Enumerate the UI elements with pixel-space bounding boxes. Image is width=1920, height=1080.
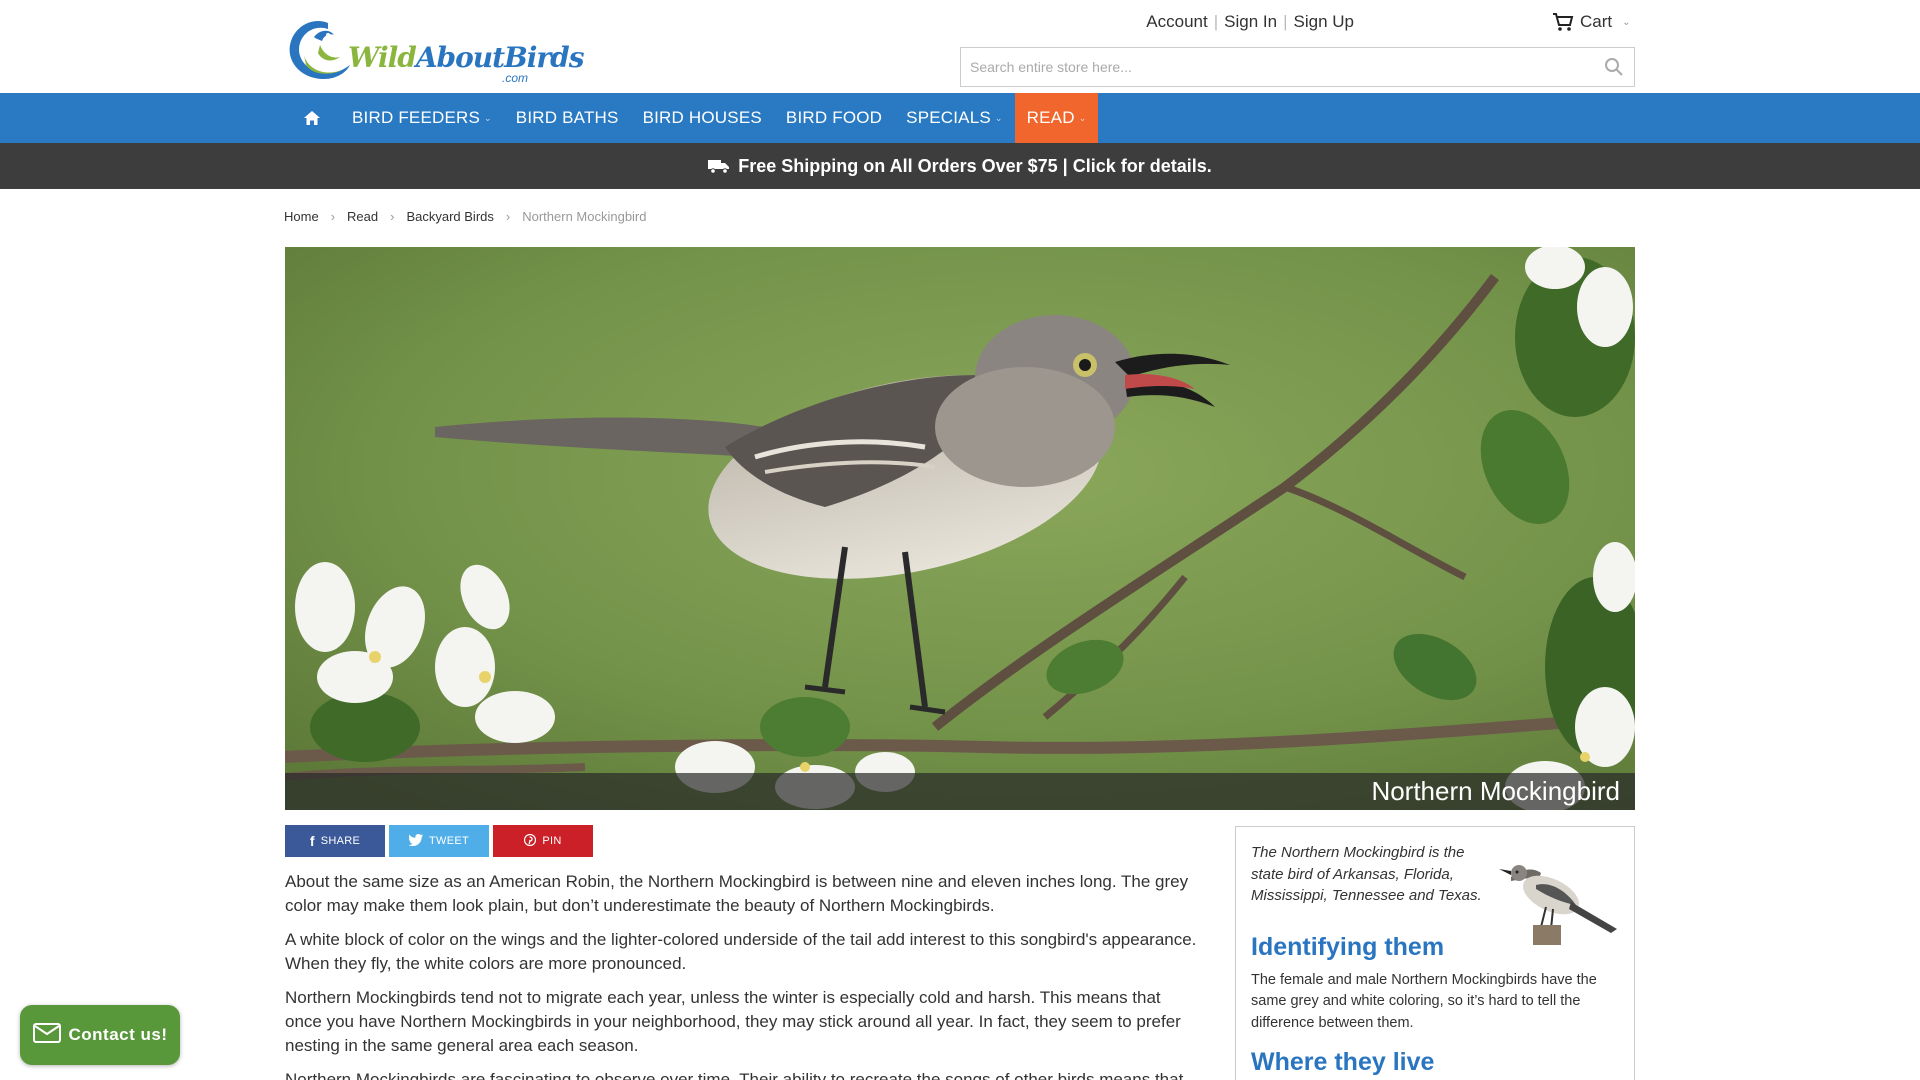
free-shipping-banner[interactable]: Free Shipping on All Orders Over $75 | C… (0, 143, 1920, 189)
hero-caption-bar: Northern Mockingbird (285, 773, 1635, 810)
contact-us-button[interactable]: Contact us! (20, 1005, 180, 1065)
article-paragraph: Northern Mockingbirds tend not to migrat… (285, 988, 1181, 1055)
logo-swoosh-icon (289, 21, 350, 79)
nav-bird-houses[interactable]: BIRD HOUSES (631, 93, 774, 143)
article-paragraph: A white block of color on the wings and … (285, 930, 1197, 973)
account-links: Account | Sign In | Sign Up (1140, 12, 1360, 32)
nav-label: SPECIALS (906, 108, 991, 127)
cart-button[interactable]: Cart ⌄ (1552, 12, 1631, 32)
nav-label: READ (1026, 108, 1075, 127)
breadcrumb-backyard-birds[interactable]: Backyard Birds (406, 209, 493, 224)
share-label: SHARE (320, 835, 361, 847)
share-buttons: f SHARE TWEET PIN (285, 825, 593, 857)
pin-label: PIN (542, 835, 562, 847)
nav-label: BIRD BATHS (515, 108, 619, 127)
breadcrumb: Home › Read › Backyard Birds › Northern … (284, 209, 647, 224)
nav-home[interactable] (284, 93, 340, 143)
home-icon (304, 111, 320, 125)
nav-bird-food[interactable]: BIRD FOOD (774, 93, 894, 143)
nav-label: BIRD FEEDERS (352, 108, 481, 127)
chevron-down-icon: ⌄ (1622, 16, 1631, 28)
truck-icon (708, 158, 730, 174)
mockingbird-photo (285, 247, 1635, 810)
logo-suffix: .com (502, 71, 529, 85)
identifying-text: The female and male Northern Mockingbird… (1251, 971, 1597, 1031)
article-paragraph: About the same size as an American Robin… (285, 872, 1189, 915)
article-body: About the same size as an American Robin… (285, 870, 1200, 1080)
pinterest-share-button[interactable]: PIN (493, 825, 593, 857)
sign-up-link[interactable]: Sign Up (1288, 12, 1360, 32)
logo-word-wild: Wild (348, 41, 417, 74)
search-input[interactable] (961, 48, 1581, 86)
site-header: WildAboutBirds .com Account | Sign In | … (0, 0, 1920, 93)
logo-word-about: About (415, 41, 505, 74)
breadcrumb-home[interactable]: Home (284, 209, 319, 224)
search-bar (960, 47, 1635, 87)
sign-in-link[interactable]: Sign In (1218, 12, 1283, 32)
mail-icon (32, 1022, 61, 1048)
logo-word-birds: Birds (504, 41, 584, 74)
search-icon[interactable] (1604, 57, 1624, 82)
twitter-share-button[interactable]: TWEET (389, 825, 489, 857)
chevron-down-icon: ⌄ (484, 112, 492, 123)
article-paragraph: Northern Mockingbirds are fascinating to… (285, 1070, 1184, 1080)
chevron-right-icon: › (330, 209, 336, 224)
nav-specials[interactable]: SPECIALS ⌄ (894, 93, 1015, 143)
main-navigation: BIRD FEEDERS ⌄ BIRD BATHS BIRD HOUSES BI… (0, 93, 1920, 143)
shipping-text: Free Shipping on All Orders Over $75 | C… (738, 155, 1212, 176)
mockingbird-thumbnail (1491, 847, 1621, 952)
chevron-right-icon: › (505, 209, 511, 224)
habitat-heading: Where they live (1251, 1048, 1435, 1076)
account-link[interactable]: Account (1140, 12, 1213, 32)
pinterest-icon (524, 833, 537, 849)
breadcrumb-read[interactable]: Read (347, 209, 378, 224)
nav-label: BIRD FOOD (785, 108, 883, 127)
hero-caption: Northern Mockingbird (1371, 776, 1620, 806)
state-bird-note: The Northern Mockingbird is the state bi… (1251, 844, 1482, 904)
tweet-label: TWEET (429, 835, 469, 847)
nav-read[interactable]: READ ⌄ (1014, 93, 1099, 143)
contact-label: Contact us! (68, 1025, 168, 1044)
cart-icon (1553, 13, 1574, 31)
cart-label: Cart (1580, 12, 1613, 31)
chevron-right-icon: › (390, 209, 395, 224)
chevron-down-icon: ⌄ (994, 112, 1003, 123)
nav-label: BIRD HOUSES (642, 108, 762, 127)
breadcrumb-current: Northern Mockingbird (522, 209, 647, 224)
site-logo[interactable]: WildAboutBirds .com (284, 15, 585, 87)
twitter-icon (408, 833, 423, 849)
nav-bird-baths[interactable]: BIRD BATHS (504, 93, 631, 143)
nav-bird-feeders[interactable]: BIRD FEEDERS ⌄ (340, 93, 504, 143)
facebook-icon: f (309, 833, 315, 849)
hero-image: Northern Mockingbird (285, 247, 1635, 810)
facebook-share-button[interactable]: f SHARE (285, 825, 385, 857)
chevron-down-icon: ⌄ (1078, 112, 1087, 123)
bird-facts-box: The Northern Mockingbird is the state bi… (1235, 826, 1635, 1080)
